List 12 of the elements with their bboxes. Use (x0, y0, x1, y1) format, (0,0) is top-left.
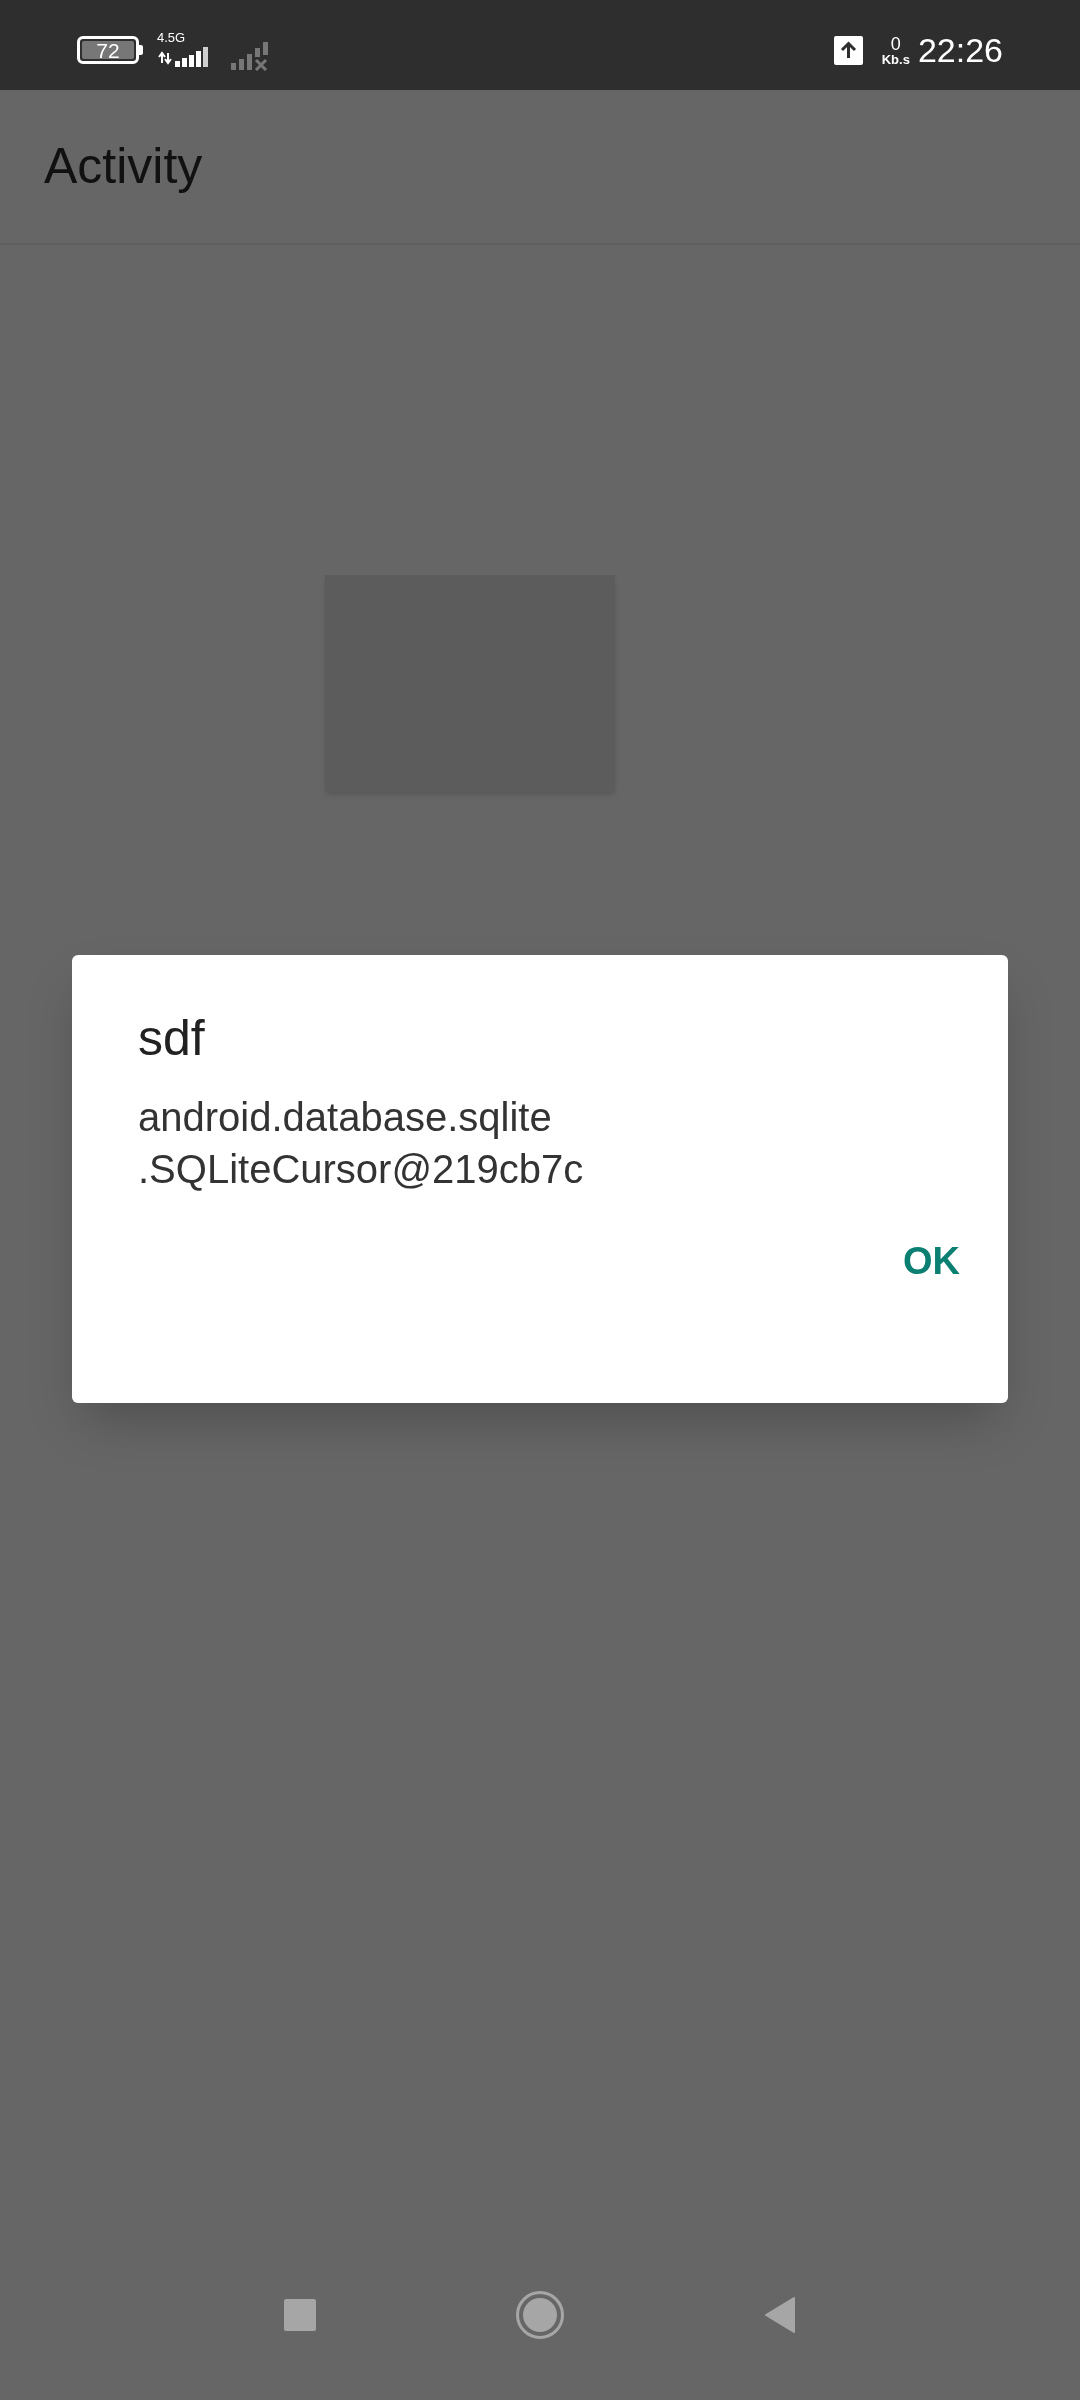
dialog-message: android.database.sqlite .SQLiteCursor@219cb7c (138, 1094, 585, 1193)
speed-value: 0 (890, 34, 901, 53)
clock: 22:26 (917, 29, 1003, 71)
network-type: 4.5G (157, 31, 187, 44)
home-button[interactable] (516, 2291, 564, 2339)
app-title: Activity (44, 137, 203, 196)
upload-icon (833, 35, 863, 65)
speed-unit: Kb.s (881, 52, 910, 66)
back-button[interactable] (764, 2296, 796, 2334)
ok-button[interactable]: OK (881, 1221, 982, 1302)
dialog-title: sdf (138, 1013, 206, 1063)
battery-level: 72 (96, 39, 120, 61)
